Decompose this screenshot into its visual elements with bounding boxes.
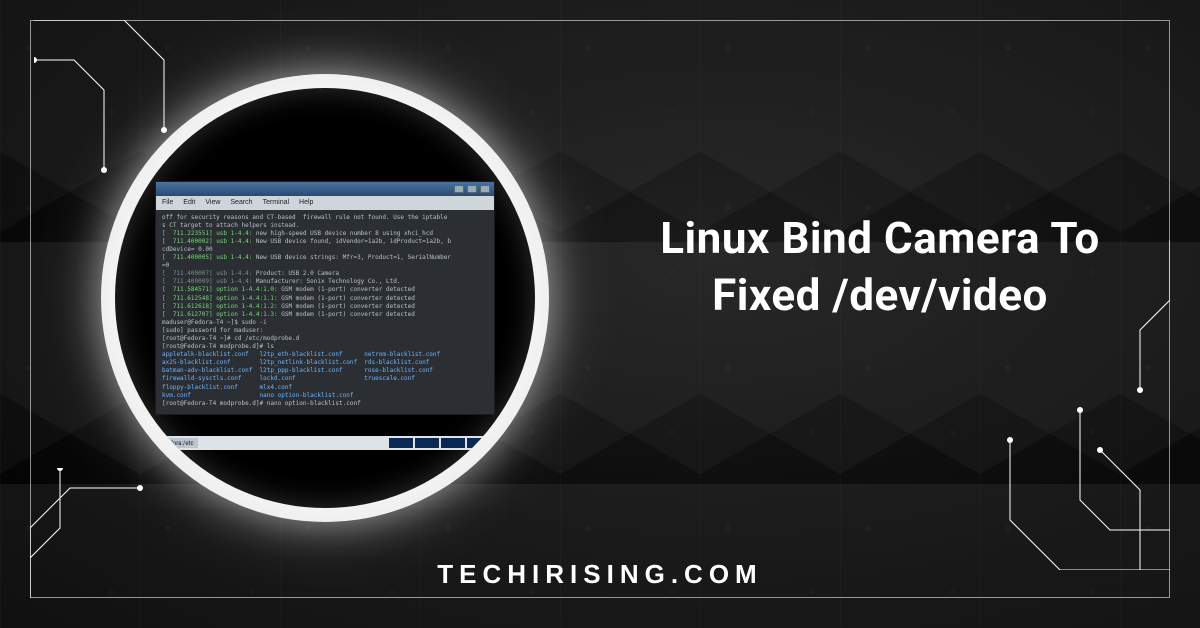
menu-search: Search	[230, 198, 252, 207]
menu-view: View	[205, 198, 220, 207]
terminal-line: maduser@Fedora-T4 ~]$ sudo -i	[162, 319, 488, 327]
terminal-line: [root@Fedora-T4 ~]# cd /etc/modprobe.d	[162, 335, 488, 343]
terminal-line: [ 711.612707] option 1-4.4:1.3: GSM mode…	[162, 311, 488, 319]
menu-help: Help	[299, 198, 313, 207]
terminal-titlebar	[156, 182, 494, 196]
menu-terminal: Terminal	[263, 198, 289, 207]
terminal-line: [ 711.223551] usb 1-4.4: new high-speed …	[162, 230, 488, 238]
terminal-line: [ 711.400009] usb 1-4.4: Manufacturer: S…	[162, 278, 488, 286]
menu-edit: Edit	[183, 198, 195, 207]
terminal-line: [ 711.400005] usb 1-4.4: New USB device …	[162, 254, 488, 262]
terminal-line: cdDevice= 0.00	[162, 246, 488, 254]
terminal-line: [root@Fedora-T4 modprobe.d]# ls	[162, 343, 488, 351]
terminal-line: [ 711.612618] option 1-4.4:1.2: GSM mode…	[162, 303, 488, 311]
terminal-line: floppy-blacklist.conf mlx4.conf	[162, 384, 488, 392]
terminal-line: off for security reasons and CT-based fi…	[162, 214, 488, 222]
terminal-line: [sudo] password for maduser:	[162, 327, 488, 335]
desktop-taskbar: Fedora:/etc	[155, 436, 495, 450]
terminal-line: [ 711.584571] option 1-4.4:1.0: GSM mode…	[162, 286, 488, 294]
terminal-line: s CT target to attach helpers instead.	[162, 222, 488, 230]
terminal-menubar: File Edit View Search Terminal Help	[156, 196, 494, 209]
terminal-line: firewalld-sysctls.conf lockd.conf truesc…	[162, 375, 488, 383]
site-brand: TECHIRISING.COM	[0, 559, 1200, 590]
menu-file: File	[162, 198, 173, 207]
terminal-line: [ 711.612548] option 1-4.4:1.1: GSM mode…	[162, 295, 488, 303]
terminal-line: batman-adv-blacklist.conf l2tp_ppp-black…	[162, 367, 488, 375]
terminal-line: [root@Fedora-T4 modprobe.d]# nano option…	[162, 400, 488, 408]
terminal-body: off for security reasons and CT-based fi…	[156, 210, 494, 414]
article-title: Linux Bind Camera To Fixed /dev/video	[620, 210, 1140, 324]
window-max-button	[467, 185, 477, 193]
terminal-line: appletalk-blacklist.conf l2tp_eth-blackl…	[162, 351, 488, 359]
terminal-line: ax25-blacklist.conf l2tp_netlink-blackli…	[162, 359, 488, 367]
taskbar-item: Fedora:/etc	[159, 438, 198, 448]
feature-ring: File Edit View Search Terminal Help off …	[115, 88, 535, 508]
terminal-line: kvm.conf nano option-blacklist.conf	[162, 392, 488, 400]
window-close-button	[480, 185, 490, 193]
circuit-deco-bottom-right	[940, 380, 1170, 570]
taskbar-tray	[389, 438, 491, 448]
terminal-line: [ 711.400007] usb 1-4.4: Product: USB 2.…	[162, 270, 488, 278]
terminal-line: =0	[162, 262, 488, 270]
terminal-window: File Edit View Search Terminal Help off …	[155, 181, 495, 415]
terminal-line: [ 711.400002] usb 1-4.4: New USB device …	[162, 238, 488, 246]
window-min-button	[454, 185, 464, 193]
